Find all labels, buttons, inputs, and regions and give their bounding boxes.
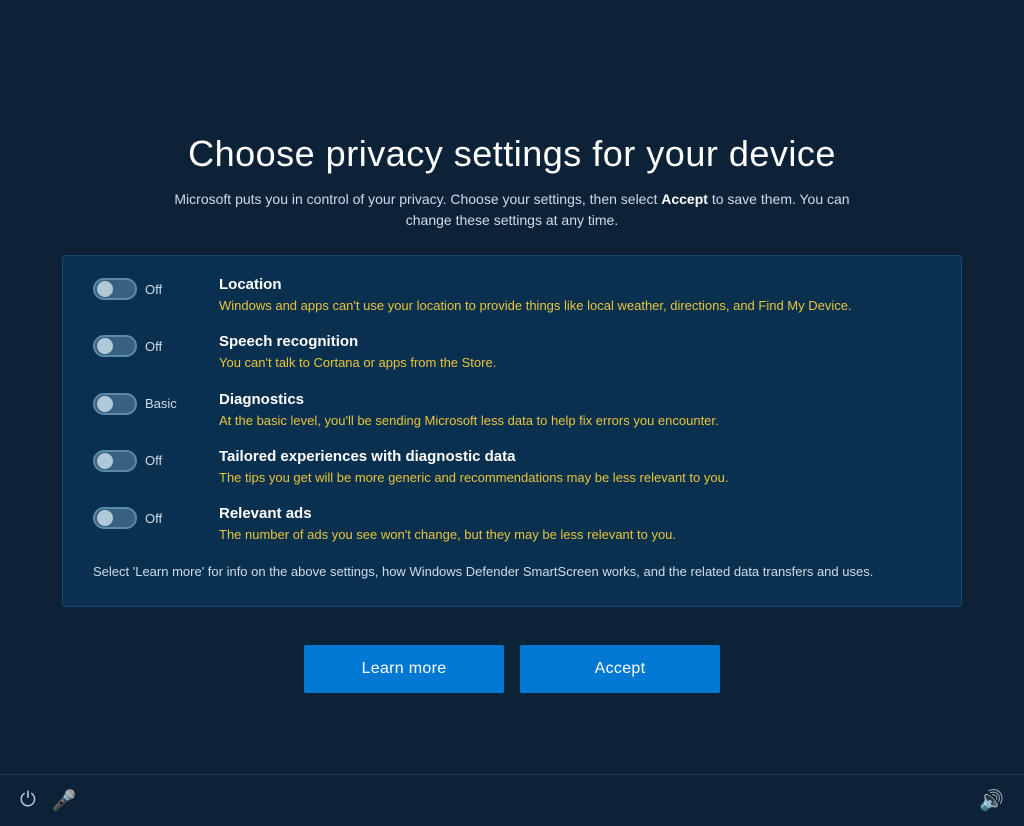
speech-title: Speech recognition [219,333,931,350]
button-row: Learn more Accept [304,645,720,693]
toggle-area-tailored: Off [93,448,203,472]
toggle-area-location: Off [93,276,203,300]
toggle-area-ads: Off [93,505,203,529]
location-toggle-label: Off [145,282,162,297]
tailored-toggle-label: Off [145,453,162,468]
speech-desc: You can't talk to Cortana or apps from t… [219,354,931,372]
ads-desc: The number of ads you see won't change, … [219,526,931,544]
page-title: Choose privacy settings for your device [188,133,836,175]
ads-toggle-label: Off [145,511,162,526]
diagnostics-toggle-label: Basic [145,396,177,411]
tailored-toggle[interactable] [93,450,137,472]
speech-toggle[interactable] [93,335,137,357]
ads-title: Relevant ads [219,505,931,522]
microphone-icon[interactable]: 🎤 [52,788,77,813]
volume-icon[interactable]: 🔊 [979,790,1004,812]
tailored-content: Tailored experiences with diagnostic dat… [219,448,931,487]
info-text: Select 'Learn more' for info on the abov… [93,562,931,582]
location-toggle[interactable] [93,278,137,300]
setting-row-tailored: Off Tailored experiences with diagnostic… [93,448,931,487]
taskbar-left: ⏻ 🎤 [20,788,77,813]
settings-box: Off Location Windows and apps can't use … [62,255,962,606]
subtitle-pre: Microsoft puts you in control of your pr… [174,191,661,207]
speech-toggle-label: Off [145,339,162,354]
page-subtitle: Microsoft puts you in control of your pr… [162,189,862,231]
speech-content: Speech recognition You can't talk to Cor… [219,333,931,372]
setting-row-diagnostics: Basic Diagnostics At the basic level, yo… [93,391,931,430]
location-desc: Windows and apps can't use your location… [219,297,931,315]
diagnostics-title: Diagnostics [219,391,931,408]
setting-row-speech: Off Speech recognition You can't talk to… [93,333,931,372]
location-content: Location Windows and apps can't use your… [219,276,931,315]
toggle-area-diagnostics: Basic [93,391,203,415]
ads-content: Relevant ads The number of ads you see w… [219,505,931,544]
subtitle-bold: Accept [661,191,708,207]
ads-toggle[interactable] [93,507,137,529]
diagnostics-toggle[interactable] [93,393,137,415]
taskbar-right: 🔊 [979,788,1004,813]
learn-more-button[interactable]: Learn more [304,645,504,693]
taskbar: ⏻ 🎤 🔊 [0,774,1024,826]
tailored-desc: The tips you get will be more generic an… [219,469,931,487]
restart-icon[interactable]: ⏻ [20,789,36,812]
toggle-area-speech: Off [93,333,203,357]
diagnostics-desc: At the basic level, you'll be sending Mi… [219,412,931,430]
accept-button[interactable]: Accept [520,645,720,693]
diagnostics-content: Diagnostics At the basic level, you'll b… [219,391,931,430]
main-container: Choose privacy settings for your device … [32,133,992,692]
setting-row-ads: Off Relevant ads The number of ads you s… [93,505,931,544]
tailored-title: Tailored experiences with diagnostic dat… [219,448,931,465]
location-title: Location [219,276,931,293]
setting-row-location: Off Location Windows and apps can't use … [93,276,931,315]
